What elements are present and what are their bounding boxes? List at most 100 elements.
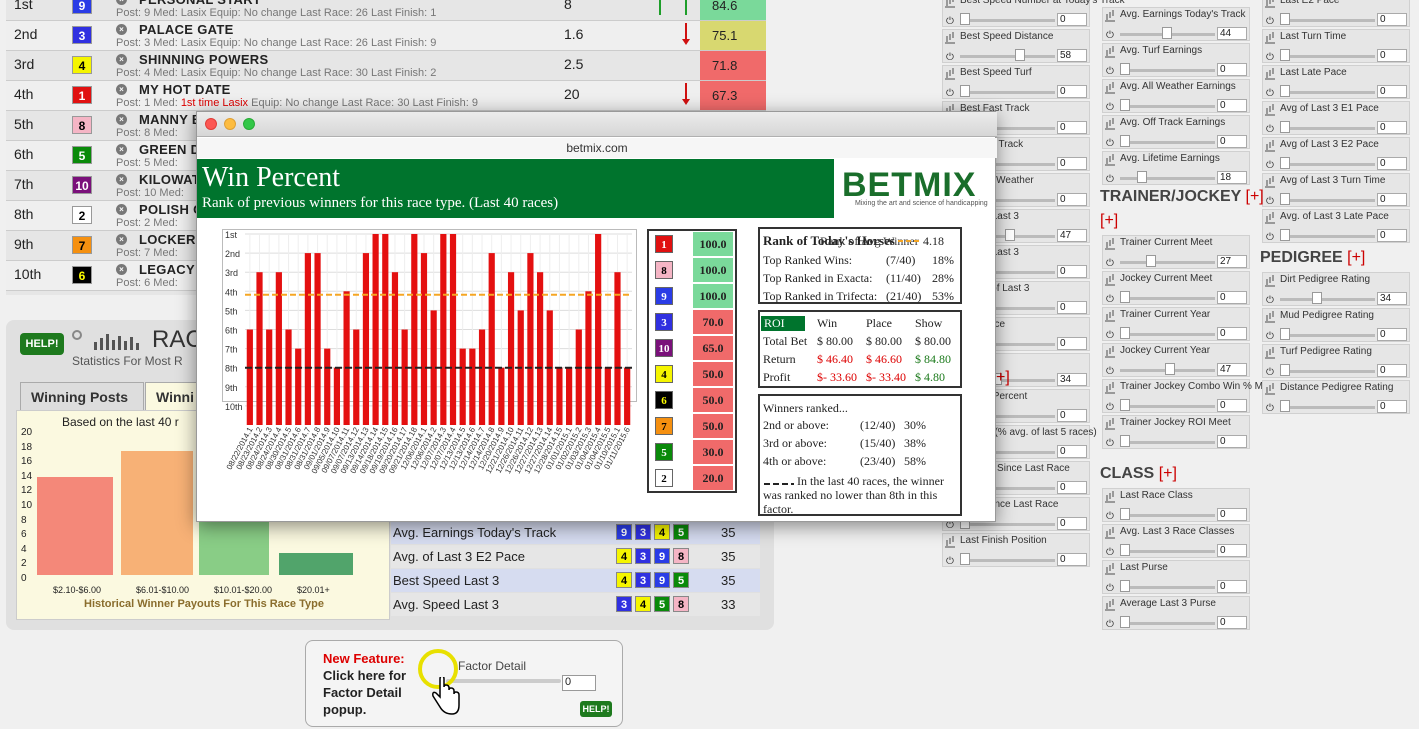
entry-row[interactable]: 2nd 3 × PALACE GATE Post: 3 Med: Lasix Equip… — [6, 21, 766, 51]
slider-track[interactable] — [1120, 441, 1215, 444]
scratch-icon[interactable]: × — [116, 264, 127, 275]
factor-slider-item[interactable]: Avg. Last 3 Race Classes ⏻ 0 — [1102, 524, 1250, 558]
bar-chart-icon[interactable] — [1265, 178, 1275, 188]
factor-weight-input[interactable]: 0 — [1377, 13, 1407, 26]
factor-slider-item[interactable]: Avg of Last 3 E2 Pace ⏻ 0 — [1262, 137, 1410, 171]
slider-knob[interactable] — [1280, 157, 1290, 169]
power-icon[interactable]: ⏻ — [1266, 403, 1274, 414]
power-icon[interactable]: ⏻ — [1266, 52, 1274, 63]
factor-weight-input[interactable]: 0 — [1217, 399, 1247, 412]
factor-weight-input[interactable]: 0 — [1217, 544, 1247, 557]
slider-track[interactable] — [1280, 127, 1375, 130]
scratch-icon[interactable]: × — [116, 0, 127, 5]
entry-row[interactable]: 3rd 4 × SHINNING POWERS Post: 4 Med: Lasix E… — [6, 51, 766, 81]
factor-row[interactable]: Avg. Speed Last 3 3 4 5 8 33 — [391, 593, 760, 616]
factor-weight-input[interactable]: 0 — [1057, 445, 1087, 458]
slider-track[interactable] — [1280, 334, 1375, 337]
slider-knob[interactable] — [1145, 255, 1156, 267]
power-icon[interactable]: ⏻ — [1106, 174, 1114, 185]
factor-weight-input[interactable]: 0 — [1377, 121, 1407, 134]
close-window-icon[interactable] — [205, 118, 217, 130]
slider-track[interactable] — [960, 559, 1055, 562]
power-icon[interactable]: ⏻ — [1266, 196, 1274, 207]
factor-weight-input[interactable]: 0 — [1057, 121, 1087, 134]
power-icon[interactable]: ⏻ — [1266, 124, 1274, 135]
power-icon[interactable]: ⏻ — [1106, 366, 1114, 377]
scratch-icon[interactable]: × — [116, 114, 127, 125]
bar-chart-icon[interactable] — [1105, 48, 1115, 58]
power-icon[interactable]: ⏻ — [1106, 138, 1114, 149]
expand-toggle[interactable]: [+] — [1246, 188, 1264, 205]
slider-track[interactable] — [1120, 586, 1215, 589]
factor-slider-item[interactable]: Best Speed Number at Today's Track ⏻ 0 — [942, 0, 1125, 27]
slider-knob[interactable] — [1280, 49, 1290, 61]
factor-row[interactable]: Best Speed Last 3 4 3 9 5 35 — [391, 569, 760, 592]
power-icon[interactable]: ⏻ — [1106, 402, 1114, 413]
factor-slider-item[interactable]: Avg. Lifetime Earnings ⏻ 18 — [1102, 151, 1250, 185]
power-icon[interactable]: ⏻ — [1266, 232, 1274, 243]
factor-slider-item[interactable]: Average Last 3 Purse ⏻ 0 — [1102, 596, 1250, 630]
horse-name[interactable]: SHINNING POWERS — [139, 52, 268, 67]
power-icon[interactable]: ⏻ — [1106, 102, 1114, 113]
slider-track[interactable] — [1280, 235, 1375, 238]
power-icon[interactable]: ⏻ — [1266, 295, 1274, 306]
factor-weight-input[interactable]: 0 — [1057, 157, 1087, 170]
bar-chart-icon[interactable] — [1105, 12, 1115, 22]
slider-track[interactable] — [1120, 405, 1215, 408]
factor-weight-input[interactable]: 0 — [1057, 265, 1087, 278]
factor-weight-input[interactable]: 0 — [1377, 85, 1407, 98]
scratch-icon[interactable]: × — [116, 234, 127, 245]
expand-toggle[interactable]: [+] — [1159, 465, 1177, 482]
power-icon[interactable]: ⏻ — [1266, 331, 1274, 342]
factor-slider-item[interactable]: Best Speed Turf ⏻ 0 — [942, 65, 1090, 99]
entry-row[interactable]: 4th 1 × MY HOT DATE Post: 1 Med: 1st time La… — [6, 81, 766, 111]
factor-detail-value[interactable]: 0 — [562, 675, 596, 691]
slider-track[interactable] — [1280, 19, 1375, 22]
slider-track[interactable] — [1120, 297, 1215, 300]
slider-knob[interactable] — [1120, 435, 1130, 447]
factor-slider-item[interactable]: Avg of Last 3 Turn Time ⏻ 0 — [1262, 173, 1410, 207]
factor-slider-item[interactable]: Jockey Current Meet ⏻ 0 — [1102, 271, 1250, 305]
new-feature-box[interactable]: New Feature: Click here for Factor Detai… — [305, 640, 623, 727]
factor-slider-item[interactable]: Last Late Pace ⏻ 0 — [1262, 65, 1410, 99]
slider-track[interactable] — [1280, 199, 1375, 202]
factor-weight-input[interactable]: 18 — [1217, 171, 1247, 184]
bar-chart-icon[interactable] — [1265, 142, 1275, 152]
slider-track[interactable] — [960, 55, 1055, 58]
slider-knob[interactable] — [1280, 85, 1290, 97]
factor-weight-input[interactable]: 0 — [1057, 553, 1087, 566]
slider-track[interactable] — [960, 19, 1055, 22]
slider-knob[interactable] — [1164, 363, 1175, 375]
scratch-icon[interactable]: × — [116, 204, 127, 215]
slider-knob[interactable] — [1004, 229, 1015, 241]
factor-weight-input[interactable]: 58 — [1057, 49, 1087, 62]
slider-knob[interactable] — [1137, 171, 1148, 183]
bar-chart-icon[interactable] — [1265, 70, 1275, 80]
slider-track[interactable] — [960, 91, 1055, 94]
power-icon[interactable]: ⏻ — [1266, 88, 1274, 99]
slider-knob[interactable] — [1120, 291, 1130, 303]
slider-knob[interactable] — [1120, 99, 1130, 111]
power-icon[interactable]: ⏻ — [1106, 66, 1114, 77]
horse-name[interactable]: KILOWAT — [139, 172, 200, 187]
factor-weight-input[interactable]: 0 — [1057, 409, 1087, 422]
slider-knob[interactable] — [1120, 327, 1130, 339]
factor-slider-item[interactable]: Turf Pedigree Rating ⏻ 0 — [1262, 344, 1410, 378]
factor-slider-item[interactable]: Avg of Last 3 E1 Pace ⏻ 0 — [1262, 101, 1410, 135]
slider-track[interactable] — [1120, 69, 1215, 72]
expand-toggle[interactable]: [+] — [1347, 249, 1365, 266]
bar-chart-icon[interactable] — [1265, 214, 1275, 224]
slider-track[interactable] — [1120, 622, 1215, 625]
factor-slider-item[interactable]: Last Finish Position ⏻ 0 — [942, 533, 1090, 567]
factor-row[interactable]: Avg. Earnings Today's Track 9 3 4 5 35 — [391, 521, 760, 544]
slider-knob[interactable] — [1120, 135, 1130, 147]
power-icon[interactable]: ⏻ — [1106, 547, 1114, 558]
slider-knob[interactable] — [1120, 616, 1130, 628]
slider-track[interactable] — [1280, 298, 1375, 301]
slider-knob[interactable] — [1015, 49, 1026, 61]
slider-track[interactable] — [960, 523, 1055, 526]
power-icon[interactable]: ⏻ — [1106, 511, 1114, 522]
factor-weight-input[interactable]: 0 — [1217, 99, 1247, 112]
factor-weight-input[interactable]: 0 — [1377, 328, 1407, 341]
slider-knob[interactable] — [1280, 400, 1290, 412]
